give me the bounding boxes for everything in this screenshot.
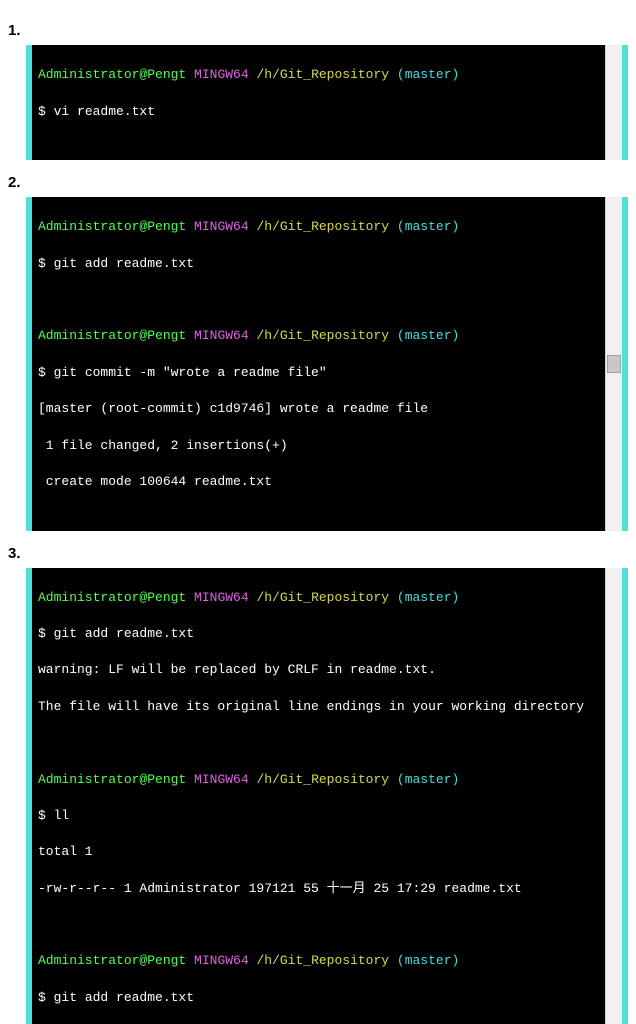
output-line-endings: The file will have its original line end… <box>38 698 599 716</box>
terminal-content-1: Administrator@Pengt MINGW64 /h/Git_Repos… <box>32 45 605 160</box>
prompt-dollar: $ <box>38 256 54 271</box>
prompt-host: MINGW64 <box>194 953 249 968</box>
prompt-dollar: $ <box>38 104 54 119</box>
prompt-path: /h/Git_Repository <box>256 590 389 605</box>
command-vi: vi readme.txt <box>54 104 155 119</box>
prompt-path: /h/Git_Repository <box>256 953 389 968</box>
output-warning-lf: warning: LF will be replaced by CRLF in … <box>38 661 599 679</box>
terminal-block-3: Administrator@Pengt MINGW64 /h/Git_Repos… <box>26 568 628 1024</box>
terminal-right-edge <box>622 568 628 1024</box>
prompt-dollar: $ <box>38 990 54 1005</box>
output-total: total 1 <box>38 843 599 861</box>
command-git-commit: git commit -m "wrote a readme file" <box>54 365 327 380</box>
prompt-host: MINGW64 <box>194 219 249 234</box>
prompt-path: /h/Git_Repository <box>256 219 389 234</box>
prompt-host: MINGW64 <box>194 772 249 787</box>
prompt-branch: (master) <box>397 953 459 968</box>
prompt-branch: (master) <box>397 772 459 787</box>
list-number-2: 2. <box>8 174 628 191</box>
prompt-branch: (master) <box>397 328 459 343</box>
terminal-right-edge <box>622 45 628 160</box>
output-create-mode: create mode 100644 readme.txt <box>38 473 599 491</box>
prompt-branch: (master) <box>397 67 459 82</box>
output-commit-summary: [master (root-commit) c1d9746] wrote a r… <box>38 400 599 418</box>
terminal-content-2: Administrator@Pengt MINGW64 /h/Git_Repos… <box>32 197 605 530</box>
prompt-dollar: $ <box>38 365 54 380</box>
prompt-branch: (master) <box>397 219 459 234</box>
prompt-host: MINGW64 <box>194 328 249 343</box>
prompt-dollar: $ <box>38 626 54 641</box>
prompt-path: /h/Git_Repository <box>256 328 389 343</box>
output-file-changed: 1 file changed, 2 insertions(+) <box>38 437 599 455</box>
terminal-right-edge <box>622 197 628 530</box>
scrollbar[interactable] <box>605 568 622 1024</box>
command-git-add: git add readme.txt <box>54 626 194 641</box>
list-number-3: 3. <box>8 545 628 562</box>
terminal-content-3: Administrator@Pengt MINGW64 /h/Git_Repos… <box>32 568 605 1024</box>
prompt-path: /h/Git_Repository <box>256 772 389 787</box>
terminal-block-2: Administrator@Pengt MINGW64 /h/Git_Repos… <box>26 197 628 530</box>
prompt-user: Administrator@Pengt <box>38 219 186 234</box>
prompt-user: Administrator@Pengt <box>38 953 186 968</box>
prompt-host: MINGW64 <box>194 67 249 82</box>
prompt-user: Administrator@Pengt <box>38 67 186 82</box>
scrollbar[interactable] <box>605 197 622 530</box>
scrollbar-thumb[interactable] <box>607 355 621 373</box>
scrollbar[interactable] <box>605 45 622 160</box>
command-ll: ll <box>54 808 70 823</box>
command-git-add: git add readme.txt <box>54 256 194 271</box>
prompt-user: Administrator@Pengt <box>38 772 186 787</box>
prompt-host: MINGW64 <box>194 590 249 605</box>
prompt-dollar: $ <box>38 808 54 823</box>
output-file-listing: -rw-r--r-- 1 Administrator 197121 55 十一月… <box>38 880 599 898</box>
prompt-user: Administrator@Pengt <box>38 590 186 605</box>
prompt-branch: (master) <box>397 590 459 605</box>
terminal-block-1: Administrator@Pengt MINGW64 /h/Git_Repos… <box>26 45 628 160</box>
prompt-user: Administrator@Pengt <box>38 328 186 343</box>
prompt-path: /h/Git_Repository <box>256 67 389 82</box>
command-git-add: git add readme.txt <box>54 990 194 1005</box>
list-number-1: 1. <box>8 22 628 39</box>
